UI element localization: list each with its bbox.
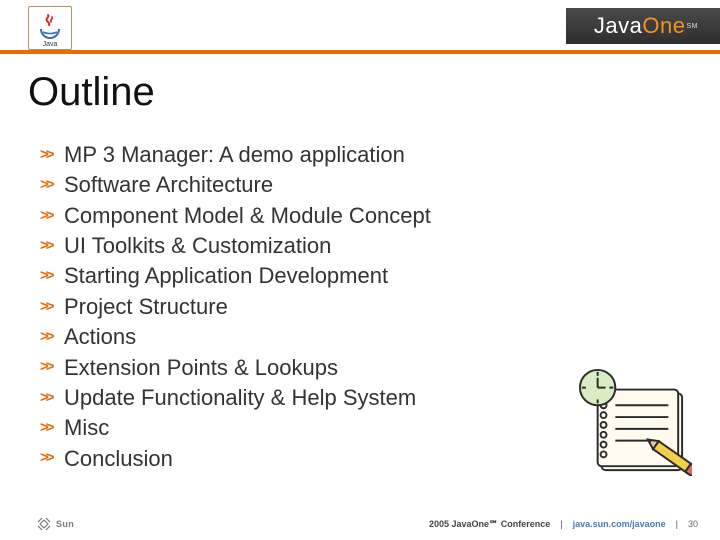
list-item: >> Conclusion [40, 444, 431, 474]
footer-url: java.sun.com/javaone [573, 519, 666, 529]
bullet-arrow-icon: >> [40, 448, 58, 469]
list-item: >> Starting Application Development [40, 261, 431, 291]
bullet-text: Project Structure [64, 292, 228, 322]
brand-prefix: Java [594, 13, 642, 39]
slide-header: Java JavaOneSM [0, 0, 720, 54]
brand-tm: SM [687, 23, 699, 30]
list-item: >> Component Model & Module Concept [40, 201, 431, 231]
brand-title: JavaOneSM [566, 8, 720, 44]
list-item: >> Actions [40, 322, 431, 352]
sun-logo-icon [36, 516, 52, 532]
bullet-arrow-icon: >> [40, 236, 58, 257]
bullet-text: Component Model & Module Concept [64, 201, 431, 231]
bullet-text: Update Functionality & Help System [64, 383, 416, 413]
bullet-arrow-icon: >> [40, 175, 58, 196]
notebook-clock-icon [574, 366, 692, 476]
steam-cup-icon [35, 13, 65, 41]
list-item: >> MP 3 Manager: A demo application [40, 140, 431, 170]
conference-label: 2005 JavaOne℠ Conference [429, 519, 550, 530]
separator: | [560, 519, 562, 529]
bullet-arrow-icon: >> [40, 388, 58, 409]
bullet-text: Actions [64, 322, 136, 352]
bullet-text: Misc [64, 413, 109, 443]
bullet-list: >> MP 3 Manager: A demo application >> Sof… [40, 140, 431, 474]
brand-highlight: One [642, 13, 685, 39]
bullet-text: Starting Application Development [64, 261, 388, 291]
footer-right: 2005 JavaOne℠ Conference | java.sun.com/… [429, 519, 698, 530]
slide-title: Outline [28, 70, 155, 115]
list-item: >> UI Toolkits & Customization [40, 231, 431, 261]
page-number: 30 [688, 519, 698, 529]
list-item: >> Project Structure [40, 292, 431, 322]
bullet-arrow-icon: >> [40, 266, 58, 287]
java-logo-icon: Java [28, 6, 72, 50]
bullet-arrow-icon: >> [40, 327, 58, 348]
sun-label: Sun [56, 519, 74, 529]
bullet-arrow-icon: >> [40, 206, 58, 227]
list-item: >> Extension Points & Lookups [40, 353, 431, 383]
bullet-text: Conclusion [64, 444, 173, 474]
bullet-arrow-icon: >> [40, 357, 58, 378]
separator: | [676, 519, 678, 529]
bullet-arrow-icon: >> [40, 418, 58, 439]
bullet-arrow-icon: >> [40, 297, 58, 318]
java-logo-label: Java [43, 41, 58, 48]
bullet-text: Software Architecture [64, 170, 273, 200]
list-item: >> Update Functionality & Help System [40, 383, 431, 413]
list-item: >> Misc [40, 413, 431, 443]
sun-logo: Sun [36, 516, 74, 532]
bullet-text: UI Toolkits & Customization [64, 231, 331, 261]
list-item: >> Software Architecture [40, 170, 431, 200]
bullet-arrow-icon: >> [40, 145, 58, 166]
slide-footer: Sun 2005 JavaOne℠ Conference | java.sun.… [0, 516, 720, 532]
bullet-text: MP 3 Manager: A demo application [64, 140, 405, 170]
bullet-text: Extension Points & Lookups [64, 353, 338, 383]
